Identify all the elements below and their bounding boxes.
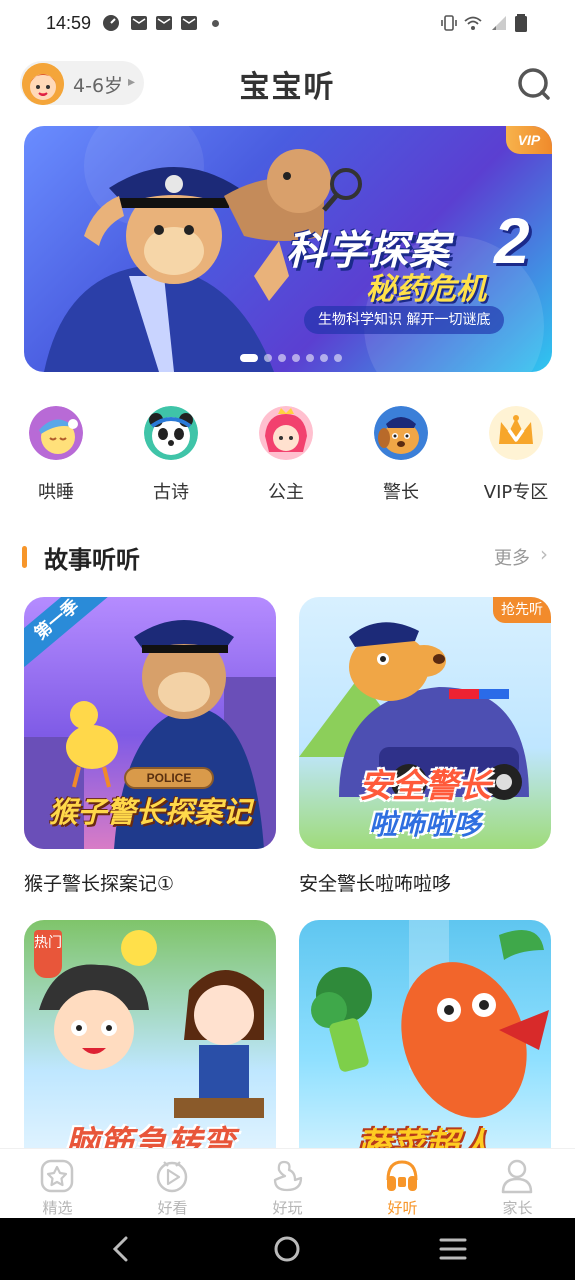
tab-label: 家长 [502, 1199, 533, 1217]
tab-play[interactable]: 好玩 [230, 1149, 345, 1219]
play-circle-icon [156, 1161, 188, 1193]
search-icon[interactable] [514, 64, 554, 104]
princess-icon [259, 406, 313, 460]
banner-caption: 生物科学知识 解开一切谜底 [304, 306, 505, 334]
page-dot [264, 354, 272, 362]
app-header: 4-6岁 ▸ 宝宝听 [0, 56, 575, 112]
vip-badge: VIP [506, 126, 552, 154]
vibrate-icon [441, 15, 457, 31]
card-title: 安全警长啦咘啦哆 [299, 873, 452, 895]
parent-icon [501, 1159, 533, 1194]
system-navigation-bar [0, 1218, 575, 1280]
card-title: 猴子警长探案记① [24, 873, 175, 895]
hot-badge: 热门 [34, 930, 62, 978]
headphones-icon [386, 1160, 418, 1191]
tab-parent[interactable]: 家长 [460, 1149, 575, 1219]
category-row: 哄睡 古诗 公主 警长 VIP专区 [0, 404, 575, 504]
card-art-title: 蔬菜超人 [357, 1126, 493, 1148]
category-princess[interactable]: 公主 [236, 404, 336, 504]
section-accent-bar [22, 546, 27, 568]
panda-icon [144, 406, 198, 460]
mail-icon [131, 16, 147, 30]
tab-watch[interactable]: 好看 [115, 1149, 230, 1219]
category-poetry[interactable]: 古诗 [121, 404, 221, 504]
early-access-badge: 抢先听 [493, 597, 551, 623]
chevron-right-icon[interactable]: › [540, 542, 548, 566]
status-bar: 14:59 [0, 0, 575, 48]
back-icon[interactable] [104, 1232, 138, 1266]
tab-label: 好玩 [272, 1199, 303, 1217]
tab-label: 好听 [387, 1199, 418, 1217]
status-time: 14:59 [46, 13, 92, 33]
page-dot [334, 354, 342, 362]
card-art-title: 脑筋急转弯 [65, 1124, 235, 1148]
category-label: 哄睡 [38, 482, 74, 503]
more-link[interactable]: 更多 [494, 544, 530, 570]
card-cover: 抢先听 安全警长 啦咘啦哆 [299, 597, 551, 849]
police-dog-icon [374, 406, 428, 460]
category-label: 警长 [383, 482, 419, 503]
page-dot [292, 354, 300, 362]
wifi-icon [464, 16, 482, 30]
battery-icon [515, 14, 527, 32]
sleep-icon [29, 406, 83, 460]
story-card[interactable]: 蔬菜超人 [299, 920, 551, 1148]
card-cover: 热门 脑筋急转弯 [24, 920, 276, 1148]
category-label: 公主 [268, 482, 304, 503]
mail-icon [156, 16, 172, 30]
star-box-icon [40, 1159, 74, 1193]
category-sleep[interactable]: 哄睡 [6, 404, 106, 504]
recents-icon[interactable] [436, 1232, 470, 1266]
home-icon[interactable] [270, 1232, 304, 1266]
banner-number: 2 [494, 205, 530, 277]
tab-listen[interactable]: 好听 [345, 1149, 460, 1219]
category-label: VIP专区 [483, 482, 549, 503]
section-header: 故事听听 更多 › [0, 538, 575, 578]
duck-icon [273, 1160, 303, 1192]
promo-banner[interactable]: VIP 科学探案 2 秘药危机 生物科学知识 解开一切谜底 [24, 126, 552, 372]
category-vip[interactable]: VIP专区 [466, 404, 566, 504]
category-label: 古诗 [153, 482, 189, 503]
tab-label: 精选 [42, 1199, 73, 1217]
story-card[interactable]: 热门 脑筋急转弯 [24, 920, 276, 1148]
crown-icon [489, 406, 543, 460]
card-art-subtitle: 啦咘啦哆 [368, 808, 481, 841]
page-dot [306, 354, 314, 362]
card-cover: 第一季 POLICE 猴子警长探案记 [24, 597, 276, 849]
notification-dot [212, 20, 219, 27]
mail-icon [181, 16, 197, 30]
page-title: 宝宝听 [239, 70, 336, 105]
section-title: 故事听听 [44, 546, 140, 574]
tab-featured[interactable]: 精选 [0, 1149, 115, 1219]
category-police[interactable]: 警长 [351, 404, 451, 504]
card-art-title: 猴子警长探案记 [48, 795, 252, 829]
signal-icon [492, 16, 506, 30]
card-cover: 蔬菜超人 [299, 920, 551, 1148]
banner-subtitle: 秘药危机 [366, 272, 486, 307]
page-dot [278, 354, 286, 362]
page-dot [320, 354, 328, 362]
page-dot [240, 354, 258, 362]
card-art-title: 安全警长 [359, 766, 491, 805]
bottom-tab-bar: 精选 好看 好玩 好听 家长 [0, 1148, 575, 1218]
speed-icon [103, 15, 119, 31]
tab-label: 好看 [157, 1199, 188, 1217]
card-artwork [311, 920, 549, 1118]
police-sign: POLICE [124, 767, 214, 789]
